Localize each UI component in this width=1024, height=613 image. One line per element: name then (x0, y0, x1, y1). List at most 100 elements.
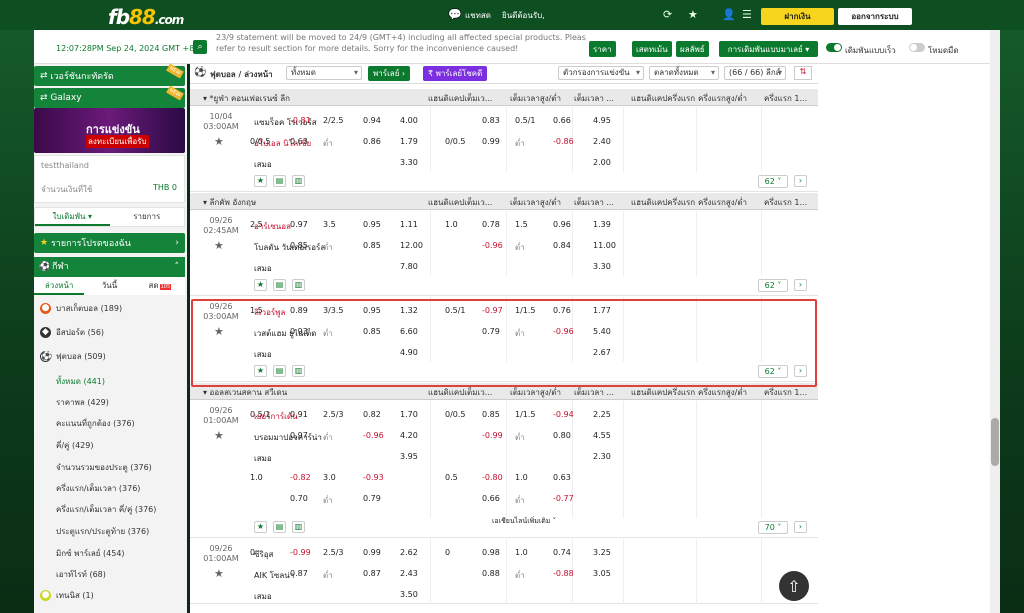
odds-value[interactable]: -0.99 (482, 431, 503, 440)
odds-value[interactable]: -0.93 (363, 473, 384, 482)
odds-value[interactable]: 0.66 (553, 116, 571, 125)
more-markets-button[interactable]: 62 ˅ (758, 175, 788, 188)
odds-value[interactable]: 2.00 (593, 158, 611, 167)
odds-value[interactable]: 12.00 (400, 241, 423, 250)
show-more-lines[interactable]: เอเชียนไลน์เพิ่มเติม ˅ (492, 516, 556, 527)
odds-value[interactable]: 0.78 (482, 220, 500, 229)
chevron-right-icon[interactable]: › (794, 521, 807, 533)
odds-value[interactable]: 4.00 (400, 116, 418, 125)
odds-value[interactable]: -0.81 (290, 116, 311, 125)
odds-type-select[interactable]: การเดิมพันแบบมาเลย์ ▾ (719, 41, 818, 57)
chevron-right-icon[interactable]: › (794, 175, 807, 187)
add-favorite-icon[interactable]: ★ (254, 279, 267, 291)
statement-button[interactable]: เสตทเม้น (632, 41, 672, 57)
sport-basketball[interactable]: ● บาสเก็ตบอล (189) (34, 297, 185, 319)
odds-value[interactable]: 3.25 (593, 548, 611, 557)
tab-live[interactable]: สด 105 (135, 277, 185, 295)
odds-value[interactable]: -0.99 (290, 548, 311, 557)
logout-button[interactable]: ออกจากระบบ (838, 8, 912, 25)
stats-icon[interactable]: ▤ (273, 521, 286, 533)
odds-value[interactable]: -0.88 (553, 569, 574, 578)
market-link[interactable]: ครึ่งแรก/เต็มเวลา (376) (56, 482, 140, 495)
sort-icon[interactable]: ⇅ (794, 66, 812, 80)
match-filter-select[interactable]: ตัวกรองการแข่งขัน (558, 66, 644, 80)
odds-value[interactable]: 0.74 (553, 548, 571, 557)
chart-icon[interactable]: ▥ (292, 279, 305, 291)
away-team[interactable]: AIK โซลน่า (254, 569, 294, 582)
away-team[interactable]: บรอมมาปอจคาร์น่า (254, 431, 322, 444)
user-icon[interactable]: 👤 (722, 8, 736, 21)
odds-value[interactable]: 4.95 (593, 116, 611, 125)
refresh-icon[interactable]: ⟳ (663, 8, 672, 21)
odds-value[interactable]: 0.86 (363, 137, 381, 146)
scroll-thumb[interactable] (991, 418, 999, 466)
market-link[interactable]: ราคาพล (429) (56, 396, 109, 409)
chart-icon[interactable]: ▥ (292, 175, 305, 187)
odds-value[interactable]: 0.99 (363, 548, 381, 557)
live-chat-link[interactable]: แชทสด (465, 9, 491, 22)
odds-value[interactable]: 0.97 (290, 431, 308, 440)
market-link[interactable]: ครึ่งแรก/เต็มเวลา คี่/คู่ (376) (56, 503, 156, 516)
favorite-star-icon[interactable]: ★ (214, 567, 224, 580)
odds-value[interactable]: -0.82 (290, 473, 311, 482)
odds-value[interactable]: 0.94 (363, 116, 381, 125)
odds-value[interactable]: 3.30 (400, 158, 418, 167)
lucky-parlay-button[interactable]: ₹ พาร์เลย์โชคดี (423, 66, 488, 81)
chat-icon[interactable]: 💬 (448, 8, 462, 21)
odds-value[interactable]: 0.99 (482, 137, 500, 146)
bonus-icon[interactable]: ★ (688, 8, 698, 21)
market-link[interactable]: มิกซ์ พาร์เลย์ (454) (56, 547, 125, 560)
odds-value[interactable]: 2.25 (593, 410, 611, 419)
market-link[interactable]: จำนวนรวมของประตู (376) (56, 461, 152, 474)
odds-value[interactable]: 0.83 (482, 116, 500, 125)
league-header[interactable]: ▾ *ยูฟ่า คอนเฟอเรนซ์ ลีก แฮนดิแคปเต็มเว..… (190, 89, 818, 106)
odds-value[interactable]: 0.91 (290, 410, 308, 419)
tab-betslip[interactable]: ใบเดิมพัน ▾ (35, 208, 110, 226)
league-header[interactable]: ▾ ลีกคัพ อังกฤษ แฮนดิแคปเต็มเว... เต็มเวลา… (190, 193, 818, 210)
odds-value[interactable]: 1.11 (400, 220, 418, 229)
parlay-button[interactable]: พาร์เลย์ › (368, 66, 411, 81)
sport-esports[interactable]: ◆ อีสปอร์ต (56) (34, 321, 185, 343)
favorite-star-icon[interactable]: ★ (214, 429, 224, 442)
tab-today[interactable]: วันนี้ (84, 277, 134, 295)
stats-icon[interactable]: ▤ (273, 175, 286, 187)
promo-banner[interactable]: การแข่งขัน ลงทะเบียนเพื่อรับ (34, 108, 185, 153)
odds-value[interactable]: -0.86 (553, 137, 574, 146)
odds-value[interactable]: 3.30 (593, 262, 611, 271)
market-link[interactable]: คี่/คู่ (429) (56, 439, 93, 452)
results-button[interactable]: ผลลัพธ์ (676, 41, 709, 57)
odds-button[interactable]: ราคา (589, 41, 616, 57)
market-select[interactable]: ตลาดทั้งหมด (649, 66, 719, 80)
odds-value[interactable]: 2.43 (400, 569, 418, 578)
odds-value[interactable]: 3.50 (400, 590, 418, 599)
odds-value[interactable]: 4.55 (593, 431, 611, 440)
galaxy-button[interactable]: ⇄ Galaxy NEW (34, 85, 185, 108)
sports-header[interactable]: กีฬา ˄ ⚽ (34, 257, 185, 277)
odds-value[interactable]: 2.62 (400, 548, 418, 557)
scroll-top-button[interactable]: ⇧ (779, 571, 809, 601)
deposit-button[interactable]: ฝากเงิน (761, 8, 834, 25)
compact-version-button[interactable]: ⇄ เวอร์ชันกะทัดรัด NEW (34, 63, 185, 86)
tab-early[interactable]: ล่วงหน้า (34, 277, 85, 295)
league-filter-select[interactable]: ทั้งหมด (286, 66, 362, 80)
odds-value[interactable]: 2.30 (593, 452, 611, 461)
chevron-right-icon[interactable]: › (794, 279, 807, 291)
odds-value[interactable]: 0.97 (290, 220, 308, 229)
home-team[interactable]: ซีริอุส (254, 548, 273, 561)
odds-value[interactable]: 0.87 (290, 569, 308, 578)
stats-icon[interactable]: ▤ (273, 279, 286, 291)
market-link[interactable]: คะแนนที่ถูกต้อง (376) (56, 417, 135, 430)
add-favorite-icon[interactable]: ★ (254, 521, 267, 533)
odds-value[interactable]: -0.96 (363, 431, 384, 440)
odds-value[interactable]: 3.95 (400, 452, 418, 461)
odds-value[interactable]: 0.66 (482, 494, 500, 503)
odds-value[interactable]: 0.85 (290, 241, 308, 250)
favorite-star-icon[interactable]: ★ (214, 135, 224, 148)
logo[interactable]: fb88.com (108, 5, 184, 29)
odds-value[interactable]: 11.00 (593, 241, 616, 250)
odds-value[interactable]: -0.77 (553, 494, 574, 503)
odds-value[interactable]: 0.85 (363, 241, 381, 250)
odds-value[interactable]: 0.82 (363, 410, 381, 419)
odds-value[interactable]: 1.70 (400, 410, 418, 419)
odds-value[interactable]: -0.94 (553, 410, 574, 419)
